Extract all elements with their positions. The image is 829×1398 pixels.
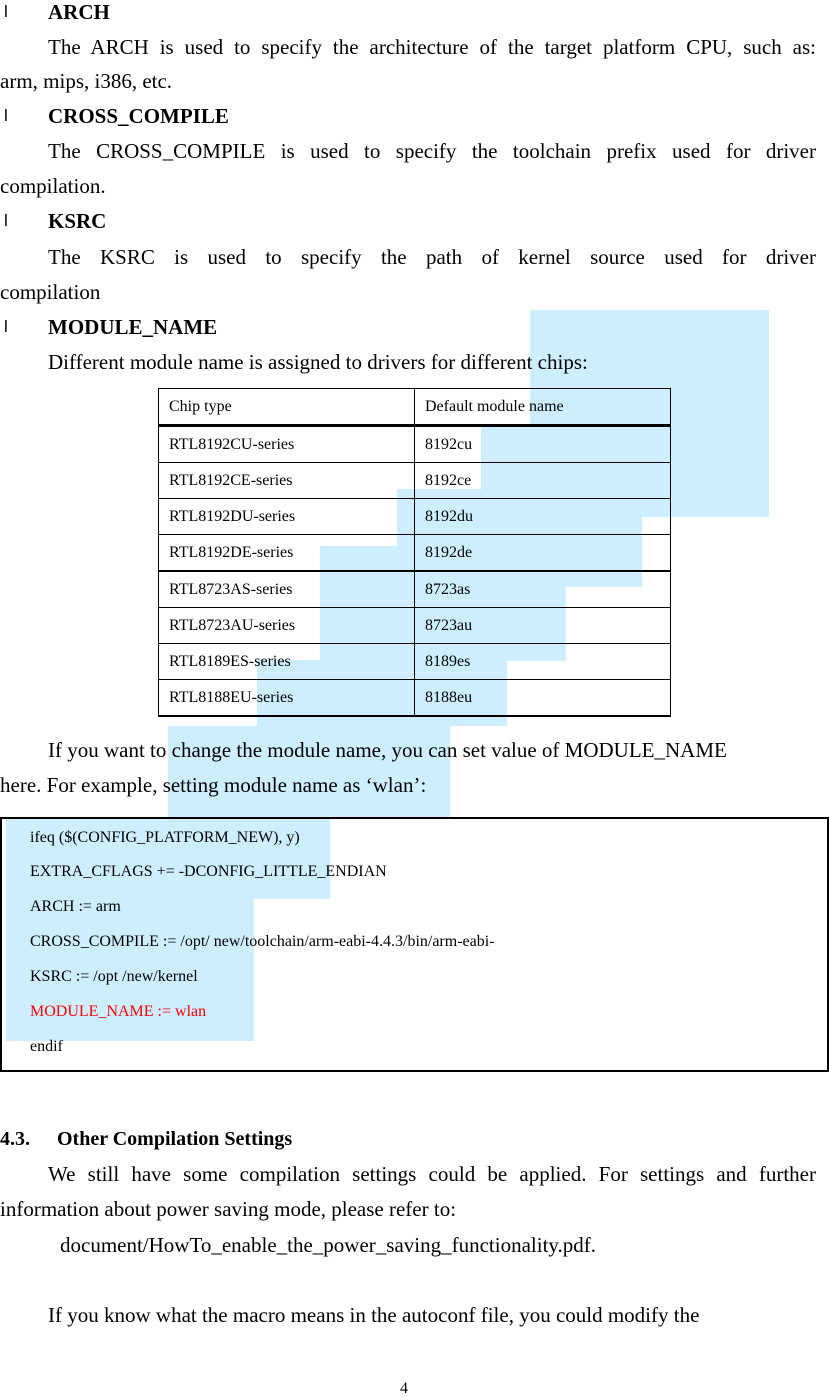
module-name-cell: 8192cu [414,425,671,463]
table-row: RTL8723AU-series 8723au [158,607,671,644]
column-header-chip-type: Chip type [158,388,415,427]
code-line: endif [30,1038,63,1055]
module-name-description: Different module name is assigned to dri… [48,350,588,374]
section-title: Other Compilation Settings [57,1128,293,1150]
code-line: ARCH := arm [30,898,121,915]
page-number: 4 [400,1380,408,1397]
section-heading-module-name: MODULE_NAME [48,315,218,339]
column-header-default-module-name: Default module name [414,388,671,427]
reference-document-path: document/HowTo_enable_the_power_saving_f… [60,1233,597,1257]
section-heading-ksrc: KSRC [48,209,107,233]
chip-type-cell: RTL8189ES-series [158,643,415,680]
cross-compile-description-line1: The CROSS_COMPILE is used to specify the… [48,139,816,163]
module-name-cell: 8723au [414,607,671,644]
table-row: RTL8188EU-series 8188eu [158,679,671,717]
section-heading-arch: ARCH [48,0,110,24]
cross-compile-description-line2: compilation. [0,174,106,198]
section-paragraph-line2: information about power saving mode, ple… [0,1197,457,1221]
module-name-cell: 8192ce [414,462,671,499]
change-note-line1: If you want to change the module name, y… [48,738,727,762]
section-number: 4.3. [0,1128,30,1150]
table-row: RTL8192CU-series 8192cu [158,425,671,463]
module-name-table: Chip type Default module name RTL8192CU-… [158,388,671,717]
section-heading-cross-compile: CROSS_COMPILE [48,104,229,128]
chip-type-cell: RTL8192CE-series [158,462,415,499]
table-row: RTL8189ES-series 8189es [158,643,671,680]
table-header-row: Chip type Default module name [158,388,671,427]
chip-type-cell: RTL8192CU-series [158,425,415,463]
module-name-cell: 8189es [414,643,671,680]
module-name-cell: 8723as [414,570,671,608]
module-name-cell: 8192du [414,498,671,535]
change-note-line2: here. For example, setting module name a… [0,773,427,797]
code-line-highlighted: MODULE_NAME := wlan [30,1003,207,1020]
bullet-marker: l [4,2,8,21]
chip-type-cell: RTL8192DU-series [158,498,415,535]
chip-type-cell: RTL8723AS-series [158,570,415,608]
code-line: EXTRA_CFLAGS += -DCONFIG_LITTLE_ENDIAN [30,863,387,880]
chip-type-cell: RTL8723AU-series [158,607,415,644]
ksrc-description-line2: compilation [0,280,101,304]
module-name-cell: 8188eu [414,679,671,717]
code-line: ifeq ($(CONFIG_PLATFORM_NEW), y) [30,829,300,846]
code-line: KSRC := /opt /new/kernel [30,968,198,985]
bullet-marker: l [4,317,8,336]
ksrc-description-line1: The KSRC is used to specify the path of … [48,245,816,269]
section-paragraph-line1: We still have some compilation settings … [48,1162,816,1186]
table-row: RTL8192DE-series 8192de [158,534,671,572]
bullet-marker: l [4,211,8,230]
table-row: RTL8192DU-series 8192du [158,498,671,535]
bullet-marker: l [4,106,8,125]
chip-type-cell: RTL8192DE-series [158,534,415,572]
arch-description-line2: arm, mips, i386, etc. [0,69,173,93]
table-row: RTL8192CE-series 8192ce [158,462,671,499]
module-name-cell: 8192de [414,534,671,572]
arch-description-line1: The ARCH is used to specify the architec… [48,35,816,59]
chip-type-cell: RTL8188EU-series [158,679,415,717]
code-line: CROSS_COMPILE := /opt/ new/toolchain/arm… [30,933,495,950]
table-row: RTL8723AS-series 8723as [158,570,671,608]
section-paragraph2-line1: If you know what the macro means in the … [48,1303,700,1327]
